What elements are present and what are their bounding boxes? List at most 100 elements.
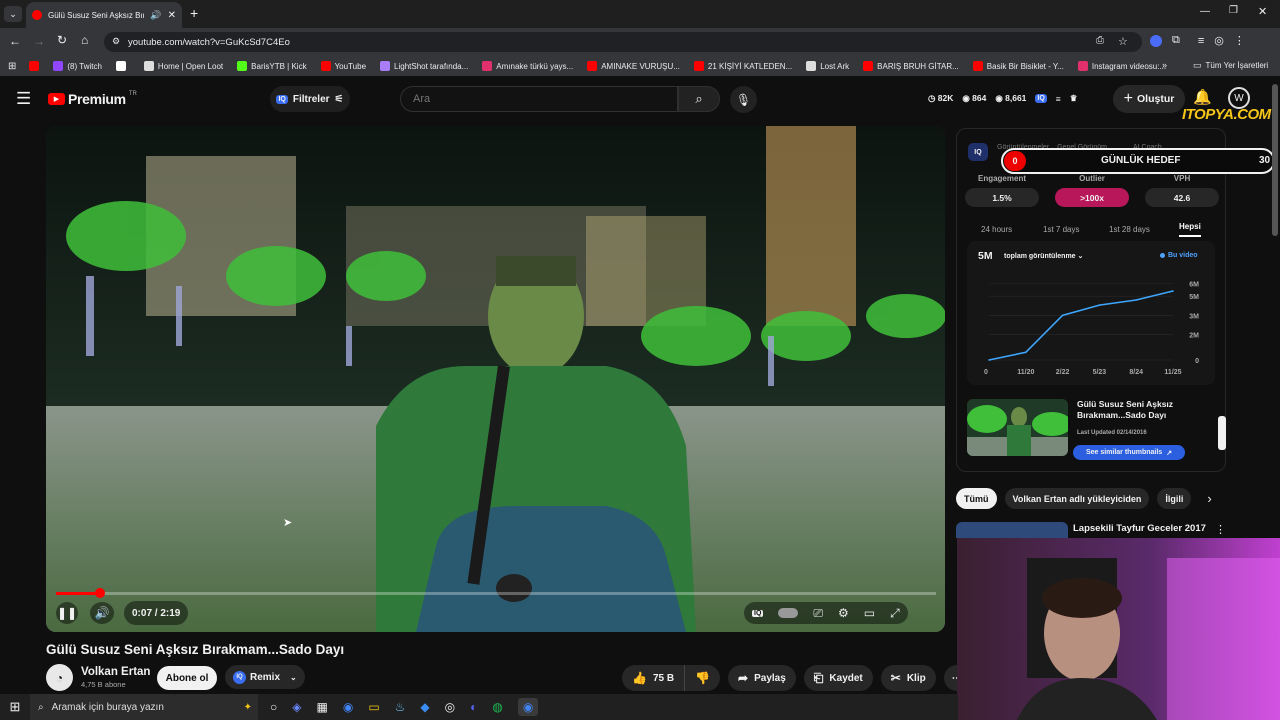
recommended-thumbnail[interactable] — [956, 522, 1068, 538]
vidiq-extension-icon[interactable] — [1150, 34, 1162, 47]
home-icon[interactable]: ⌂ — [81, 33, 88, 47]
bookmark-item[interactable]: Lost Ark — [799, 61, 856, 71]
all-bookmarks[interactable]: ▭ Tüm Yer İşaretleri — [1186, 60, 1275, 71]
video-player[interactable]: ❚❚ 🔊 0:07 / 2:19 IQ ⎚ ⚙ ▭ ⤢ — [46, 126, 945, 632]
notifications-bell-icon[interactable]: 🔔 — [1193, 88, 1212, 106]
steam-icon[interactable]: ♨ — [395, 700, 406, 714]
range-7d[interactable]: 1st 7 days — [1043, 225, 1109, 234]
discord-icon[interactable]: ◐ — [470, 700, 477, 714]
video-thumbnail[interactable] — [967, 399, 1068, 456]
clip-button[interactable]: ✂ Klip — [880, 665, 936, 691]
bookmark-item[interactable]: 21 KİŞİYİ KATLEDEN... — [687, 61, 799, 71]
browser-tab[interactable]: Gülü Susuz Seni Aşksız Bıra... 🔊 ✕ — [26, 2, 182, 28]
chrome-icon[interactable]: ◉ — [343, 700, 353, 714]
stats-list-icon[interactable]: ≡ — [1056, 94, 1061, 104]
close-window-icon[interactable]: ✕ — [1258, 5, 1267, 18]
bookmark-star-icon[interactable]: ☆ — [1118, 35, 1128, 48]
taskbar-search[interactable]: ⌕ Aramak için buraya yazın ✦ — [30, 694, 258, 720]
bookmark-item[interactable]: BARIŞ BRUH GİTAR... — [856, 61, 966, 71]
recommended-menu-icon[interactable]: ⋮ — [1215, 523, 1226, 536]
bookmark-item[interactable]: LightShot tarafında... — [373, 61, 475, 71]
close-tab-icon[interactable]: ✕ — [168, 10, 176, 21]
microphone-icon[interactable]: 🎙 — [730, 86, 757, 113]
metric-select[interactable]: toplam görüntülenme ⌄ — [1004, 252, 1083, 260]
bookmark-item[interactable]: AMINAKE VURUŞU... — [580, 61, 687, 71]
more-bookmarks-icon[interactable]: » — [1162, 60, 1167, 70]
panel-scrollbar[interactable] — [1218, 416, 1226, 450]
new-tab-icon[interactable]: + — [190, 5, 198, 21]
bookmark-item[interactable]: (8) Twitch — [46, 61, 109, 71]
page-scrollbar[interactable] — [1272, 84, 1278, 236]
url-bar[interactable]: ⚙ youtube.com/watch?v=GuKcSd7C4Eo ⎙ ☆ — [104, 32, 1142, 52]
pause-icon[interactable]: ❚❚ — [56, 602, 78, 624]
bookmark-item[interactable]: Instagram videosu:... — [1071, 61, 1173, 71]
autoplay-toggle[interactable] — [778, 608, 799, 618]
reading-list-icon[interactable]: ≡ — [1198, 35, 1204, 47]
spotify-icon[interactable]: ◍ — [492, 700, 502, 714]
bookmark-item[interactable]: Amınake türkü yays... — [475, 61, 580, 71]
hamburger-menu-icon[interactable]: ☰ — [16, 89, 31, 109]
volume-icon[interactable]: 🔊 — [90, 602, 114, 624]
reload-icon[interactable]: ↻ — [57, 33, 67, 47]
range-28d[interactable]: 1st 28 days — [1109, 225, 1179, 234]
chip-all[interactable]: Tümü — [956, 488, 997, 509]
subtitles-icon[interactable]: ⎚ — [813, 606, 823, 621]
apps-grid-icon[interactable]: ⊞ — [0, 61, 22, 72]
series-line — [988, 290, 1174, 361]
obs-icon[interactable]: ◎ — [445, 700, 455, 714]
minimize-icon[interactable]: — — [1200, 6, 1210, 17]
channel-avatar[interactable]: ◔ — [46, 664, 73, 691]
create-button[interactable]: + Oluştur — [1113, 85, 1185, 113]
tab-search-icon[interactable]: ⌄ — [4, 6, 22, 22]
data-point — [1025, 351, 1027, 354]
chip-uploader[interactable]: Volkan Ertan adlı yükleyiciden — [1004, 488, 1150, 509]
remix-button[interactable]: IQ Remix ⌄ — [225, 665, 305, 689]
youtube-logo[interactable]: ▶ Premium TR — [48, 91, 137, 107]
site-info-icon[interactable]: ⚙ — [112, 36, 120, 47]
filters-button[interactable]: IQ Filtreler ⚟ — [270, 86, 350, 112]
menu-dots-icon[interactable]: ⋮ — [1234, 34, 1245, 47]
chrome-active-icon[interactable]: ◉ — [517, 698, 539, 716]
extensions-icon[interactable]: ⧉ — [1172, 34, 1180, 47]
progress-track[interactable] — [56, 588, 936, 598]
windows-start-icon[interactable]: ⊞ — [0, 699, 30, 715]
dislike-button[interactable]: 👎 — [684, 665, 721, 691]
restore-icon[interactable]: ❐ — [1229, 5, 1238, 16]
save-button[interactable]: ⎗ Kaydet — [803, 665, 873, 691]
chips-next-icon[interactable]: › — [1207, 491, 1211, 506]
fullscreen-icon[interactable]: ⤢ — [890, 606, 900, 621]
vidiq-badge-icon[interactable]: IQ — [1035, 94, 1047, 103]
bookmark[interactable] — [22, 61, 46, 71]
bookmark-item[interactable]: BarisYTB | Kick — [230, 61, 313, 71]
like-button[interactable]: 👍 75 B — [622, 665, 685, 691]
forward-icon[interactable]: → — [33, 34, 45, 48]
channel-name[interactable]: Volkan Ertan — [81, 666, 150, 678]
range-all[interactable]: Hepsi — [1179, 222, 1201, 237]
bookmark-item[interactable]: Home | Open Loot — [137, 61, 230, 71]
bookmark-item[interactable]: YouTube — [314, 61, 373, 71]
subscribe-button[interactable]: Abone ol — [157, 666, 217, 690]
back-icon[interactable]: ← — [9, 34, 21, 48]
search-input[interactable] — [400, 86, 678, 112]
install-icon[interactable]: ⎙ — [1096, 35, 1104, 46]
bookmark-item[interactable] — [109, 61, 137, 71]
share-button[interactable]: ➦ Paylaş — [728, 665, 796, 691]
recommended-title[interactable]: Lapsekili Tayfur Geceler 2017 — [1073, 523, 1206, 534]
chip-related[interactable]: İlgili — [1157, 488, 1192, 509]
search-icon[interactable]: ⌕ — [678, 86, 720, 112]
settings-gear-icon[interactable]: ⚙ — [838, 606, 849, 620]
theater-mode-icon[interactable]: ▭ — [864, 606, 875, 620]
vidiq-player-icon[interactable]: IQ — [752, 609, 764, 617]
speaker-icon[interactable]: 🔊 — [150, 10, 161, 21]
file-explorer-icon[interactable]: ▭ — [368, 700, 379, 714]
taskbar-app-icon[interactable]: ◈ — [292, 700, 301, 714]
bookmark-item[interactable]: Basik Bir Bisiklet - Y... — [966, 61, 1071, 71]
cortana-icon[interactable]: ○ — [270, 700, 277, 714]
range-24h[interactable]: 24 hours — [981, 225, 1043, 234]
progress-handle[interactable] — [95, 588, 105, 598]
trophy-icon[interactable]: ♛ — [1070, 93, 1078, 104]
profile-icon[interactable]: ◎ — [1214, 34, 1224, 47]
similar-thumbnails-button[interactable]: See similar thumbnails ↗ — [1073, 445, 1185, 460]
app-icon[interactable]: ◆ — [420, 700, 429, 714]
calculator-icon[interactable]: ▦ — [316, 700, 327, 714]
